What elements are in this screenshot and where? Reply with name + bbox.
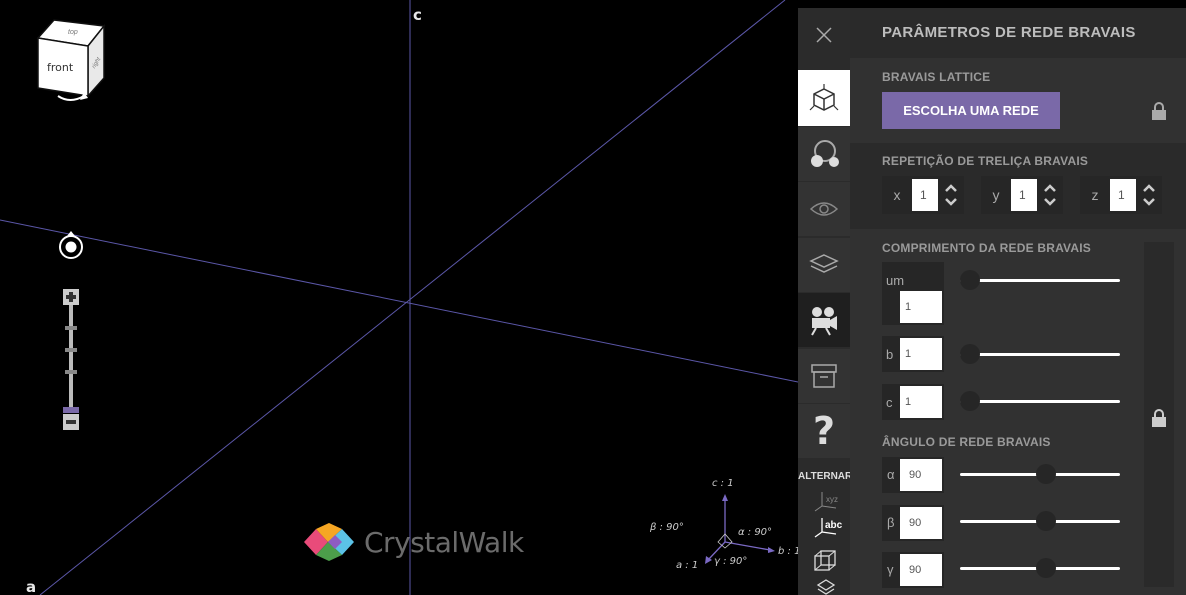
mini-axis-b: b : 1 [778, 546, 798, 557]
crystalwalk-logo: CrystalWalk [304, 523, 524, 561]
length-c-box: c 1 [882, 384, 944, 420]
angle-alpha-slider[interactable] [960, 464, 1120, 484]
axis-label-a: a [26, 578, 37, 595]
length-a-label: um [886, 273, 905, 288]
sidebar-item-help[interactable]: ? [798, 404, 850, 458]
sidebar-item-layers[interactable] [798, 238, 850, 292]
angle-beta-box: β 90 [882, 505, 944, 541]
layers-icon [809, 254, 839, 273]
bravais-lattice-heading: BRAVAIS LATTICE [882, 70, 991, 84]
length-c-slider[interactable] [960, 391, 1120, 411]
lattice-parameters-panel: PARÂMETROS DE REDE BRAVAIS BRAVAIS LATTI… [850, 8, 1186, 595]
panel-header: PARÂMETROS DE REDE BRAVAIS [850, 8, 1186, 58]
angle-beta-label: β [887, 515, 895, 530]
zoom-slider[interactable] [60, 288, 84, 438]
svg-text:abc: abc [825, 520, 843, 531]
eye-icon [809, 202, 839, 216]
length-a-input[interactable]: 1 [900, 291, 942, 323]
slider-thumb [1036, 511, 1056, 531]
angle-gamma-slider[interactable] [960, 558, 1120, 578]
axes-abc-icon: abc [814, 518, 843, 538]
crystalwalk-logo-icon [304, 523, 354, 561]
lock-icon[interactable] [1146, 400, 1172, 436]
angle-heading: ÂNGULO DE REDE BRAVAIS [882, 435, 1051, 449]
sidebar-item-archive[interactable] [798, 349, 850, 403]
repeat-z-stepper[interactable]: z 1 [1080, 176, 1162, 214]
mini-axis-alpha: α : 90° [738, 527, 773, 538]
repeat-x-stepper[interactable]: x 1 [882, 176, 964, 214]
angle-alpha-label: α [887, 467, 895, 482]
repetition-heading: REPETIÇÃO DE TRELIÇA BRAVAIS [882, 154, 1089, 168]
axis-label-c: c [413, 6, 422, 24]
length-c-label: c [886, 395, 893, 410]
length-heading: COMPRIMENTO DA REDE BRAVAIS [882, 241, 1091, 255]
repeat-x-label: x [893, 187, 901, 203]
mini-axes-indicator: c : 1 β : 90° α : 90° b : 1 a : 1 γ : 90… [650, 470, 798, 580]
toggle-abc-button[interactable]: abc [812, 514, 844, 543]
repeat-y-stepper[interactable]: y 1 [981, 176, 1063, 214]
angle-gamma-label: γ [887, 562, 894, 577]
mini-axis-gamma: γ : 90° [714, 556, 748, 567]
length-c-input[interactable]: 1 [900, 386, 942, 418]
svg-text:top: top [68, 29, 78, 36]
cube-icon [809, 84, 839, 111]
panel-title: PARÂMETROS DE REDE BRAVAIS [882, 24, 1136, 41]
view-cube[interactable]: top front right [30, 16, 110, 106]
cube-front-label: front [47, 61, 74, 74]
length-b-label: b [886, 347, 894, 362]
close-icon[interactable] [798, 8, 850, 62]
slider-thumb [960, 270, 980, 290]
repeat-z-input[interactable]: 1 [1110, 179, 1136, 211]
length-b-slider[interactable] [960, 344, 1120, 364]
3d-viewport[interactable]: c a top front right CrystalWalk c: 1 β … [0, 0, 798, 595]
sidebar-item-camera[interactable] [798, 293, 850, 347]
sidebar-item-lattice[interactable] [798, 70, 850, 126]
repeat-x-arrows-icon[interactable] [938, 176, 964, 214]
repeat-z-label: z [1091, 187, 1099, 203]
lock-icon[interactable] [1146, 93, 1172, 129]
repeat-x-input[interactable]: 1 [912, 179, 938, 211]
angle-beta-slider[interactable] [960, 511, 1120, 531]
polyhedron-icon[interactable] [816, 578, 836, 595]
svg-text:xyz: xyz [826, 495, 838, 504]
mini-axis-c: c : 1 [712, 478, 734, 489]
angle-gamma-input[interactable]: 90 [900, 554, 942, 586]
sidebar-item-motif[interactable] [798, 127, 850, 181]
atoms-icon [811, 140, 839, 167]
camera-icon [811, 307, 837, 336]
toggle-xyz-button[interactable]: xyz [812, 488, 840, 517]
angle-beta-input[interactable]: 90 [900, 507, 942, 539]
length-b-box: b 1 [882, 336, 944, 372]
slider-thumb [960, 391, 980, 411]
logo-text: CrystalWalk [364, 525, 524, 559]
length-a-slider[interactable] [960, 270, 1120, 290]
angle-alpha-box: α 90 [882, 457, 944, 493]
angle-gamma-box: γ 90 [882, 552, 944, 588]
length-a-box: um 1 [882, 262, 944, 325]
lock-column [1144, 242, 1174, 587]
angle-alpha-input[interactable]: 90 [900, 459, 942, 491]
archive-icon [811, 364, 837, 388]
question-icon: ? [812, 409, 836, 453]
repeat-y-label: y [992, 187, 1000, 203]
mini-axis-a: a : 1 [676, 560, 699, 571]
alternar-label: ALTERNAR [798, 471, 850, 482]
choose-lattice-button[interactable]: ESCOLHA UMA REDE [882, 92, 1060, 129]
unit-cell-icon[interactable] [812, 548, 838, 579]
slider-thumb [1036, 464, 1056, 484]
length-b-input[interactable]: 1 [900, 338, 942, 370]
repeat-z-arrows-icon[interactable] [1136, 176, 1162, 214]
rotate-icon[interactable] [56, 230, 86, 260]
tool-sidebar: ? ALTERNAR xyz abc [798, 8, 850, 595]
slider-thumb [960, 344, 980, 364]
slider-thumb [1036, 558, 1056, 578]
mini-axis-beta: β : 90° [650, 522, 684, 533]
axes-xyz-icon: xyz [814, 492, 838, 512]
repeat-y-input[interactable]: 1 [1011, 179, 1037, 211]
sidebar-item-visualization[interactable] [798, 182, 850, 236]
repeat-y-arrows-icon[interactable] [1037, 176, 1063, 214]
